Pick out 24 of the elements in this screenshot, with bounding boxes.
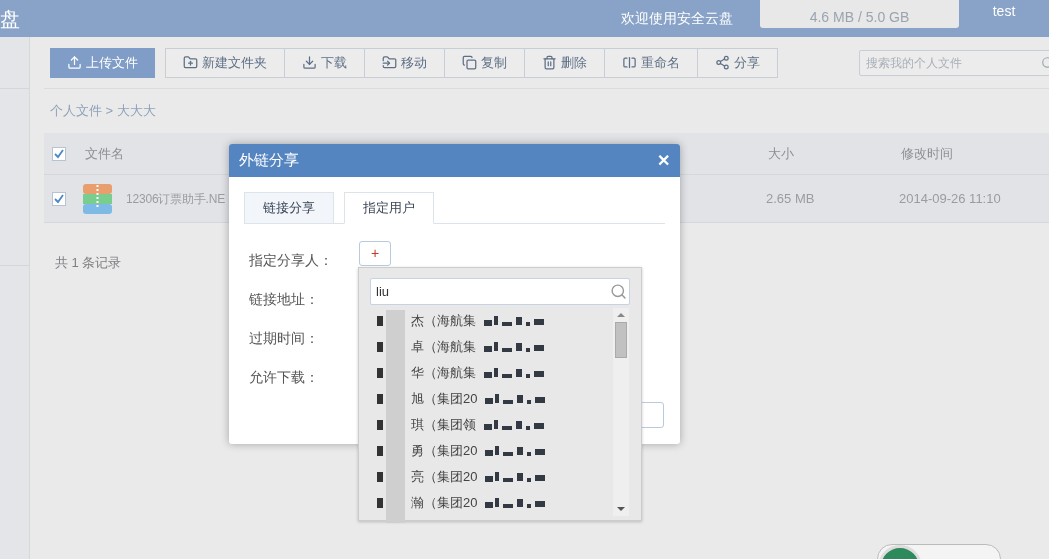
welcome-text: 欢迎使用安全云盘 — [621, 9, 733, 28]
logo: 盘 — [0, 6, 21, 32]
field-label: 允许下载： — [249, 368, 319, 387]
username: test — [991, 2, 1017, 21]
user-name: 杰（海航集 — [411, 312, 476, 331]
user-name: 亮（集团20 — [411, 468, 478, 487]
field-label: 过期时间： — [249, 329, 319, 348]
user-name: 华（海航集 — [411, 364, 476, 383]
field-label: 链接地址： — [249, 290, 319, 309]
field-label: 指定分享人： — [249, 251, 333, 270]
column-header: 大小 — [768, 145, 794, 161]
storage-quota: 4.6 MB / 5.0 GB — [760, 0, 959, 28]
column-header: 修改时间 — [901, 144, 953, 163]
column-header: 文件名 — [85, 145, 124, 161]
user-name: 旭（集团20 — [411, 390, 478, 409]
user-name: 卓（海航集 — [411, 338, 476, 357]
breadcrumb: 个人文件 > 大大大 — [50, 102, 156, 121]
file-size: 2.65 MB — [766, 190, 815, 206]
user-name: 瀚（集团20 — [411, 494, 478, 513]
record-count: 共 1 条记录 — [55, 255, 122, 270]
user-name: 琪（集团领 — [411, 416, 476, 435]
modified-time: 2014-09-26 11:10 — [899, 189, 1001, 208]
dialog-title: 外链分享 — [239, 150, 299, 171]
user-name: 勇（集团20 — [411, 442, 478, 461]
